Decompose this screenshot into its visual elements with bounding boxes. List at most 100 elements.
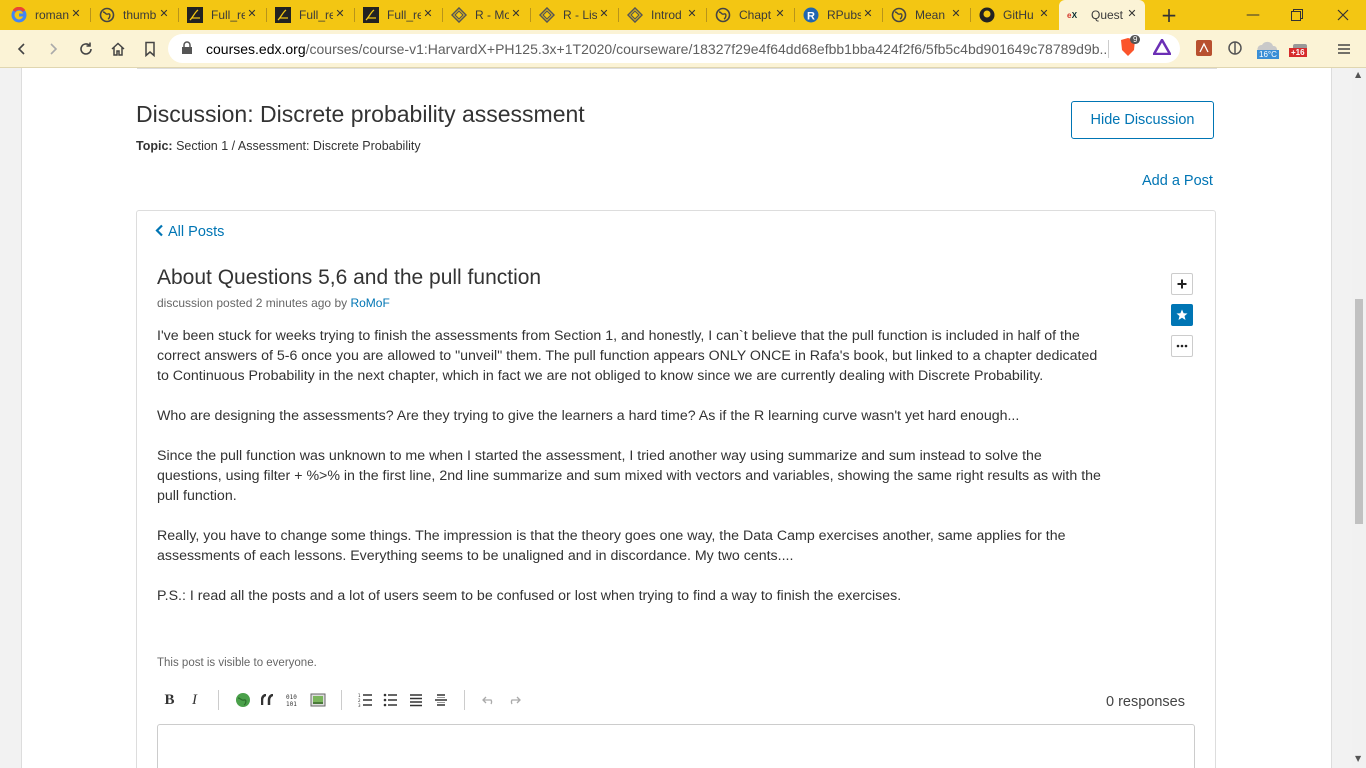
numbered-list-button[interactable]: 123 [353, 688, 378, 712]
post-paragraph: P.S.: I read all the posts and a lot of … [157, 588, 902, 604]
forward-button[interactable] [41, 37, 65, 61]
globe-link-icon [235, 693, 250, 707]
browser-tab[interactable]: Chapt ✕ [707, 0, 793, 30]
bookmark-post-button[interactable] [1171, 304, 1193, 326]
close-tab-icon[interactable]: ✕ [1125, 7, 1139, 21]
close-tab-icon[interactable]: ✕ [157, 7, 171, 21]
browser-tab[interactable]: Full_re ✕ [267, 0, 353, 30]
brave-shield-button[interactable]: 9 [1118, 35, 1141, 57]
post-meta-text: discussion posted 2 minutes ago by [157, 296, 348, 310]
lock-icon [182, 41, 192, 54]
close-tab-icon[interactable]: ✕ [69, 7, 83, 21]
response-editor[interactable] [157, 724, 1195, 768]
hide-discussion-button[interactable]: Hide Discussion [1071, 101, 1214, 139]
add-post-link[interactable]: Add a Post [1142, 173, 1213, 189]
close-tab-icon[interactable]: ✕ [509, 7, 523, 21]
redo-icon [510, 696, 521, 705]
web-page: Discussion: Discrete probability assessm… [0, 68, 1352, 768]
star-icon [1176, 309, 1188, 320]
svg-text:X: X [1072, 11, 1078, 20]
undo-button[interactable] [476, 688, 501, 712]
bookmark-button[interactable] [138, 37, 162, 61]
chevron-left-icon [155, 224, 164, 240]
all-posts-label: All Posts [168, 224, 225, 240]
quote-icon [260, 694, 273, 705]
browser-tab[interactable]: Introd ✕ [619, 0, 705, 30]
minimize-button[interactable]: — [1230, 0, 1276, 30]
tab-title: RPubs [827, 8, 861, 22]
post-paragraph: Since the pull function was unknown to m… [157, 448, 1101, 504]
bold-button[interactable]: B [157, 688, 182, 712]
browser-tab[interactable]: Full_re ✕ [355, 0, 441, 30]
close-tab-icon[interactable]: ✕ [861, 7, 875, 21]
close-tab-icon[interactable]: ✕ [1037, 7, 1051, 21]
close-tab-icon[interactable]: ✕ [597, 7, 611, 21]
svg-text:3: 3 [358, 703, 361, 707]
browser-tab[interactable]: R - Mo ✕ [443, 0, 529, 30]
heading-button[interactable] [403, 688, 428, 712]
post-meta: discussion posted 2 minutes ago by RoMoF [157, 296, 390, 310]
tab-separator [178, 8, 179, 22]
tab-separator [882, 8, 883, 22]
more-actions-button[interactable] [1171, 335, 1193, 357]
close-tab-icon[interactable]: ✕ [421, 7, 435, 21]
all-posts-link[interactable]: All Posts [155, 224, 224, 240]
blockquote-button[interactable] [255, 688, 280, 712]
italic-button[interactable]: I [182, 688, 207, 712]
tab-title: R - Mo [475, 8, 509, 22]
bulleted-list-button[interactable] [378, 688, 403, 712]
reload-button[interactable] [74, 37, 98, 61]
brave-badge: 9 [1130, 35, 1141, 44]
close-tab-icon[interactable]: ✕ [949, 7, 963, 21]
code-button[interactable]: 010 101 [280, 688, 305, 712]
back-button[interactable] [10, 37, 34, 61]
scroll-up-icon[interactable]: ▲ [1355, 70, 1361, 79]
menu-button[interactable] [1332, 37, 1356, 61]
restore-button[interactable] [1274, 0, 1320, 30]
scroll-thumb[interactable] [1355, 299, 1363, 524]
close-window-button[interactable] [1320, 0, 1366, 30]
restore-icon [1291, 9, 1303, 21]
undo-icon [481, 696, 492, 705]
new-tab-button[interactable]: + [1158, 4, 1180, 26]
redo-button[interactable] [501, 688, 526, 712]
image-button[interactable] [305, 688, 330, 712]
horizontal-rule-icon [434, 694, 447, 706]
browser-tab[interactable]: GitHu ✕ [971, 0, 1057, 30]
home-button[interactable] [106, 37, 130, 61]
toolbar-separator [218, 690, 219, 710]
extension-notifications[interactable]: +16 [1289, 38, 1311, 58]
rewards-triangle-icon [1153, 39, 1171, 55]
tab-separator [706, 8, 707, 22]
browser-tab[interactable]: thumb ✕ [91, 0, 177, 30]
author-link[interactable]: RoMoF [350, 296, 389, 310]
close-tab-icon[interactable]: ✕ [685, 7, 699, 21]
page-scrollbar[interactable]: ▲ ▼ [1352, 68, 1366, 768]
close-tab-icon[interactable]: ✕ [245, 7, 259, 21]
browser-tab[interactable]: e X Quest ✕ [1059, 0, 1145, 30]
post-paragraph: I've been stuck for weeks trying to fini… [157, 328, 1098, 384]
follow-button[interactable] [1171, 273, 1193, 295]
tab-separator [530, 8, 531, 22]
close-tab-icon[interactable]: ✕ [333, 7, 347, 21]
brave-rewards-button[interactable] [1152, 37, 1172, 57]
link-button[interactable] [230, 688, 255, 712]
browser-tab[interactable]: Full_re ✕ [179, 0, 265, 30]
tab-title: Quest [1091, 8, 1124, 22]
browser-tab[interactable]: roman ✕ [3, 0, 89, 30]
browser-tab[interactable]: Mean ✕ [883, 0, 969, 30]
extension-acrobat[interactable] [1194, 38, 1214, 58]
address-bar[interactable]: courses.edx.org/courses/course-v1:Harvar… [168, 34, 1180, 63]
tab-separator [266, 8, 267, 22]
scroll-down-icon[interactable]: ▼ [1355, 754, 1361, 763]
horizontal-rule-button[interactable] [428, 688, 453, 712]
extension-weather[interactable]: 16°C [1255, 38, 1281, 59]
close-tab-icon[interactable]: ✕ [773, 7, 787, 21]
extension-circle[interactable] [1225, 38, 1245, 58]
tab-title: Full_re [211, 8, 245, 22]
post-panel: All Posts About Questions 5,6 and the pu… [136, 210, 1216, 768]
acrobat-icon [1196, 40, 1212, 56]
browser-tab[interactable]: R RPubs ✕ [795, 0, 881, 30]
tab-separator [618, 8, 619, 22]
browser-tab[interactable]: R - Lis ✕ [531, 0, 617, 30]
